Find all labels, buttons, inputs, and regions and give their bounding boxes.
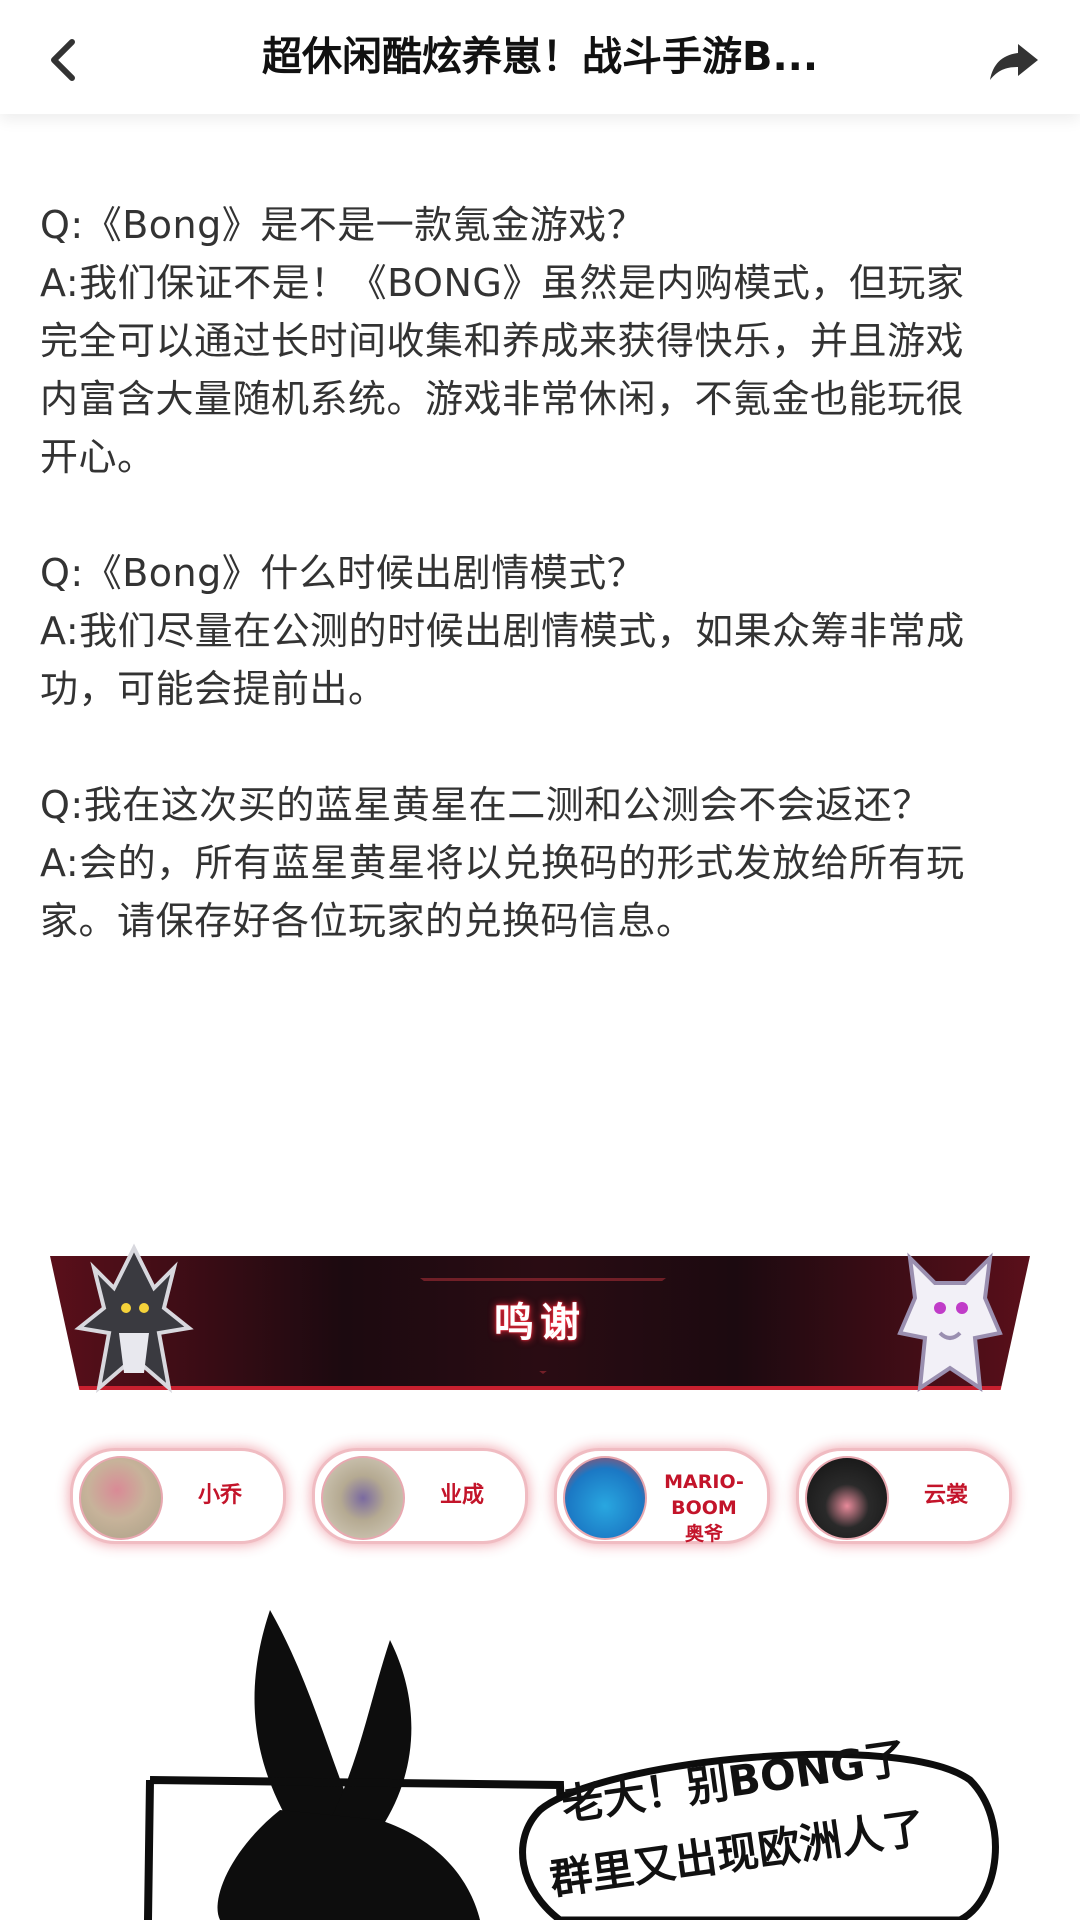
dark-mascot-illustration — [74, 1243, 194, 1394]
question-text: Q:《Bong》是不是一款氪金游戏？ — [40, 203, 646, 247]
sponsor-name-line: MARIO-BOOM — [664, 1471, 744, 1519]
qa-block: Q:《Bong》是不是一款氪金游戏？ A:我们保证不是！《BONG》虽然是内购模… — [40, 196, 1040, 486]
answer-line: 完全可以通过长时间收集和养成来获得快乐，并且游戏 — [40, 319, 965, 363]
answer-line: 开心。 — [40, 435, 156, 479]
avatar — [79, 1456, 163, 1540]
banner-title: 鸣谢 — [494, 1300, 586, 1346]
question-text: Q:我在这次买的蓝星黄星在二测和公测会不会返还？ — [40, 783, 931, 827]
answer-line: 家。请保存好各位玩家的兑换码信息。 — [40, 899, 695, 943]
qa-block: Q:我在这次买的蓝星黄星在二测和公测会不会返还？ A:会的，所有蓝星黄星将以兑换… — [40, 776, 1040, 950]
sponsor-badge: MARIO-BOOM 奥爷 — [554, 1448, 770, 1545]
sponsor-name: 小乔 — [197, 1483, 242, 1508]
avatar — [805, 1456, 889, 1540]
sponsor-name: 业成 — [439, 1483, 484, 1508]
top-navigation-bar: 超休闲酷炫养崽！战斗手游B... — [0, 0, 1080, 114]
question-text: Q:《Bong》什么时候出剧情模式？ — [40, 551, 646, 595]
white-mascot-illustration — [897, 1252, 1003, 1393]
answer-line: 功，可能会提前出。 — [40, 667, 387, 711]
answer-line: A:我们尽量在公测的时候出剧情模式，如果众筹非常成 — [40, 609, 965, 653]
sponsor-name: 云裳 — [923, 1483, 968, 1508]
chevron-left-icon — [51, 39, 75, 81]
sponsor-badge: 云裳 — [796, 1448, 1012, 1544]
sponsor-badge: 业成 — [312, 1448, 528, 1544]
share-button[interactable] — [984, 30, 1044, 90]
back-button[interactable] — [34, 30, 94, 90]
answer-line: A:我们保证不是！《BONG》虽然是内购模式，但玩家 — [40, 261, 965, 305]
page-title: 超休闲酷炫养崽！战斗手游B... — [261, 34, 819, 80]
answer-line: A:会的，所有蓝星黄星将以兑换码的形式发放给所有玩 — [40, 841, 965, 885]
sponsor-name-line: 奥爷 — [684, 1523, 723, 1545]
sponsor-badge: 小乔 — [70, 1448, 286, 1544]
article-body: A:嫌到来了就请！有多少请多少！ Q:《Bong》是不是一款氪金游戏？ A:我们… — [40, 75, 1040, 950]
comic-illustration: 老大！别BONG了 群里又出现欧洲人了 — [0, 1580, 1080, 1920]
avatar — [563, 1456, 647, 1540]
sponsor-name: MARIO-BOOM 奥爷 — [649, 1451, 759, 1545]
thanks-banner-image: 鸣谢 小乔 业成 MARIO-BOOM 奥爷 云裳 — [40, 1238, 1040, 1566]
answer-line: 内富含大量随机系统。游戏非常休闲，不氪金也能玩很 — [40, 377, 965, 421]
comic-drawing — [144, 1610, 999, 1920]
share-arrow-icon — [990, 44, 1038, 80]
qa-block: Q:《Bong》什么时候出剧情模式？ A:我们尽量在公测的时候出剧情模式，如果众… — [40, 544, 1040, 718]
avatar — [321, 1456, 405, 1540]
